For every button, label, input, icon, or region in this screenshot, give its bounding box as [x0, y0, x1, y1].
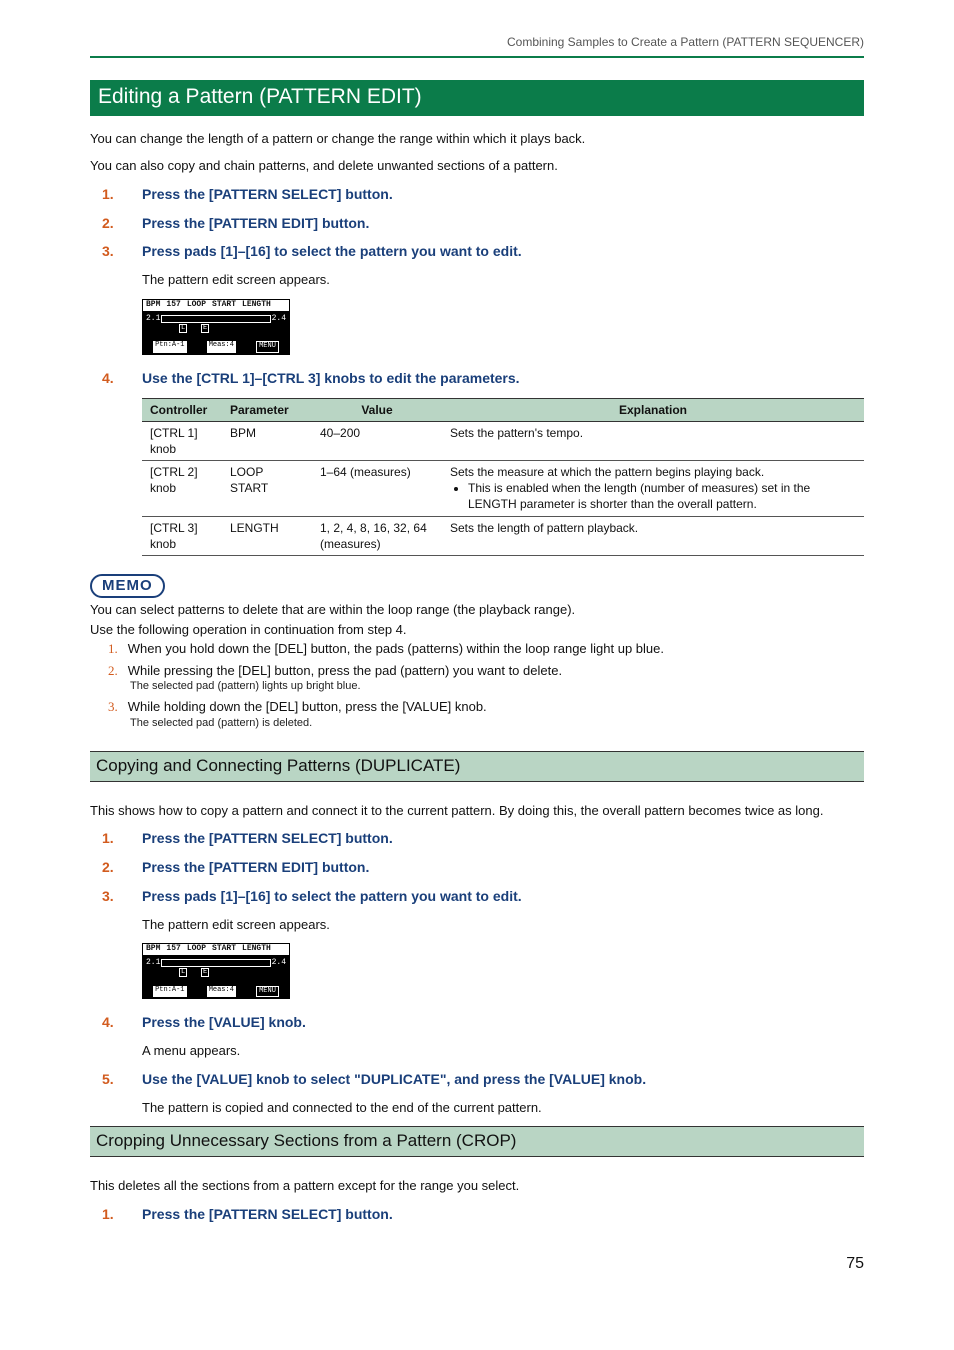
step-text: Press the [PATTERN SELECT] button. [142, 185, 393, 204]
memo-text: Use the following operation in continuat… [90, 621, 864, 639]
screen-footer-label: Ptn:A-1 [153, 986, 186, 997]
screen-footer-label: MENU [256, 986, 279, 997]
screen-marker: L [179, 324, 187, 333]
screen-footer-label: Meas:4 [207, 341, 236, 352]
screen-value: 2.4 [272, 314, 286, 325]
table-cell: Sets the pattern's tempo. [442, 421, 864, 460]
step-note: The pattern edit screen appears. [142, 916, 864, 934]
screen-header-label: LENGTH [242, 944, 271, 955]
parameter-table: Controller Parameter Value Explanation [… [142, 398, 864, 557]
step-number: 2. [102, 858, 142, 877]
table-cell: [CTRL 2] knob [142, 461, 222, 517]
breadcrumb-context: Combining Samples to Create a Pattern (P… [90, 34, 864, 50]
table-cell: Sets the measure at which the pattern be… [442, 461, 864, 517]
step-number: 1. [102, 185, 142, 204]
step-text: Press the [VALUE] knob. [142, 1013, 306, 1032]
step-number: 2. [102, 214, 142, 233]
step-number: 4. [102, 369, 142, 388]
table-row: [CTRL 1] knob BPM 40–200 Sets the patter… [142, 421, 864, 460]
page-number: 75 [90, 1253, 864, 1275]
screen-header-label: BPM [146, 300, 160, 311]
screen-marker: E [201, 968, 209, 977]
screen-value: 2.1 [146, 958, 160, 969]
table-cell: 1, 2, 4, 8, 16, 32, 64 (measures) [312, 516, 442, 555]
step-text: Press pads [1]–[16] to select the patter… [142, 242, 522, 261]
table-cell: Sets the length of pattern playback. [442, 516, 864, 555]
screen-footer-label: MENU [256, 341, 279, 352]
step-text: Press the [PATTERN EDIT] button. [142, 214, 369, 233]
step-note: The pattern edit screen appears. [142, 271, 864, 289]
screen-footer-label: Meas:4 [207, 986, 236, 997]
screen-header-label: LENGTH [242, 300, 271, 311]
step-text: When you hold down the [DEL] button, the… [128, 641, 664, 656]
step-number: 4. [102, 1013, 142, 1032]
screen-value: 2.4 [272, 958, 286, 969]
step-text: Press the [PATTERN EDIT] button. [142, 858, 369, 877]
table-row: [CTRL 3] knob LENGTH 1, 2, 4, 8, 16, 32,… [142, 516, 864, 555]
step-list: 5.Use the [VALUE] knob to select "DUPLIC… [102, 1070, 864, 1089]
table-cell: [CTRL 1] knob [142, 421, 222, 460]
screen-header-label: 157 [166, 300, 180, 311]
screen-header-label: LOOP [187, 944, 206, 955]
step-number: 3. [102, 887, 142, 906]
step-list: 4.Use the [CTRL 1]–[CTRL 3] knobs to edi… [102, 369, 864, 388]
table-row: [CTRL 2] knob LOOP START 1–64 (measures)… [142, 461, 864, 517]
table-cell: LENGTH [222, 516, 312, 555]
section-heading: Editing a Pattern (PATTERN EDIT) [90, 80, 864, 115]
step-sub: The selected pad (pattern) is deleted. [130, 716, 864, 731]
table-header: Value [312, 398, 442, 421]
step-number: 1. [102, 1205, 142, 1224]
step-text: Use the [CTRL 1]–[CTRL 3] knobs to edit … [142, 369, 520, 388]
step-note: A menu appears. [142, 1042, 864, 1060]
step-list: 4.Press the [VALUE] knob. [102, 1013, 864, 1032]
table-cell: LOOP START [222, 461, 312, 517]
intro-paragraph: You can change the length of a pattern o… [90, 130, 864, 148]
intro-paragraph: This shows how to copy a pattern and con… [90, 802, 864, 820]
step-sub: The selected pad (pattern) lights up bri… [130, 679, 864, 694]
step-text: While holding down the [DEL] button, pre… [128, 699, 487, 714]
step-number: 3. [102, 242, 142, 261]
top-rule [90, 56, 864, 58]
step-list: 1.Press the [PATTERN SELECT] button. 2.P… [102, 829, 864, 906]
table-cell: [CTRL 3] knob [142, 516, 222, 555]
subsection-heading: Copying and Connecting Patterns (DUPLICA… [90, 751, 864, 782]
memo-badge: MEMO [90, 574, 165, 598]
step-number: 2. [108, 663, 118, 678]
table-cell: 1–64 (measures) [312, 461, 442, 517]
intro-paragraph: This deletes all the sections from a pat… [90, 1177, 864, 1195]
screen-header-label: BPM [146, 944, 160, 955]
step-note: The pattern is copied and connected to t… [142, 1099, 864, 1117]
step-text: Press the [PATTERN SELECT] button. [142, 1205, 393, 1224]
step-text: Press pads [1]–[16] to select the patter… [142, 887, 522, 906]
screen-marker: L [179, 968, 187, 977]
table-header: Controller [142, 398, 222, 421]
table-cell: 40–200 [312, 421, 442, 460]
step-number: 3. [108, 699, 118, 714]
subsection-heading: Cropping Unnecessary Sections from a Pat… [90, 1126, 864, 1157]
table-header: Parameter [222, 398, 312, 421]
table-header: Explanation [442, 398, 864, 421]
table-cell: BPM [222, 421, 312, 460]
memo-step-list: 1. When you hold down the [DEL] button, t… [108, 640, 864, 730]
step-list: 1.Press the [PATTERN SELECT] button. [102, 1205, 864, 1224]
step-text: Press the [PATTERN SELECT] button. [142, 829, 393, 848]
screen-footer-label: Ptn:A-1 [153, 341, 186, 352]
screen-header-label: START [212, 300, 236, 311]
intro-paragraph: You can also copy and chain patterns, an… [90, 157, 864, 175]
device-screen-mock: BPM 157 LOOP START LENGTH 2.1 2.4 L E Pt… [142, 299, 290, 355]
step-list: 1.Press the [PATTERN SELECT] button. 2.P… [102, 185, 864, 262]
step-text: While pressing the [DEL] button, press t… [128, 663, 562, 678]
screen-header-label: 157 [166, 944, 180, 955]
memo-text: You can select patterns to delete that a… [90, 601, 864, 619]
step-number: 1. [108, 641, 118, 656]
step-text: Use the [VALUE] knob to select "DUPLICAT… [142, 1070, 646, 1089]
device-screen-mock: BPM 157 LOOP START LENGTH 2.1 2.4 L E Pt… [142, 943, 290, 999]
step-number: 5. [102, 1070, 142, 1089]
step-number: 1. [102, 829, 142, 848]
screen-header-label: LOOP [187, 300, 206, 311]
screen-value: 2.1 [146, 314, 160, 325]
screen-marker: E [201, 324, 209, 333]
screen-header-label: START [212, 944, 236, 955]
